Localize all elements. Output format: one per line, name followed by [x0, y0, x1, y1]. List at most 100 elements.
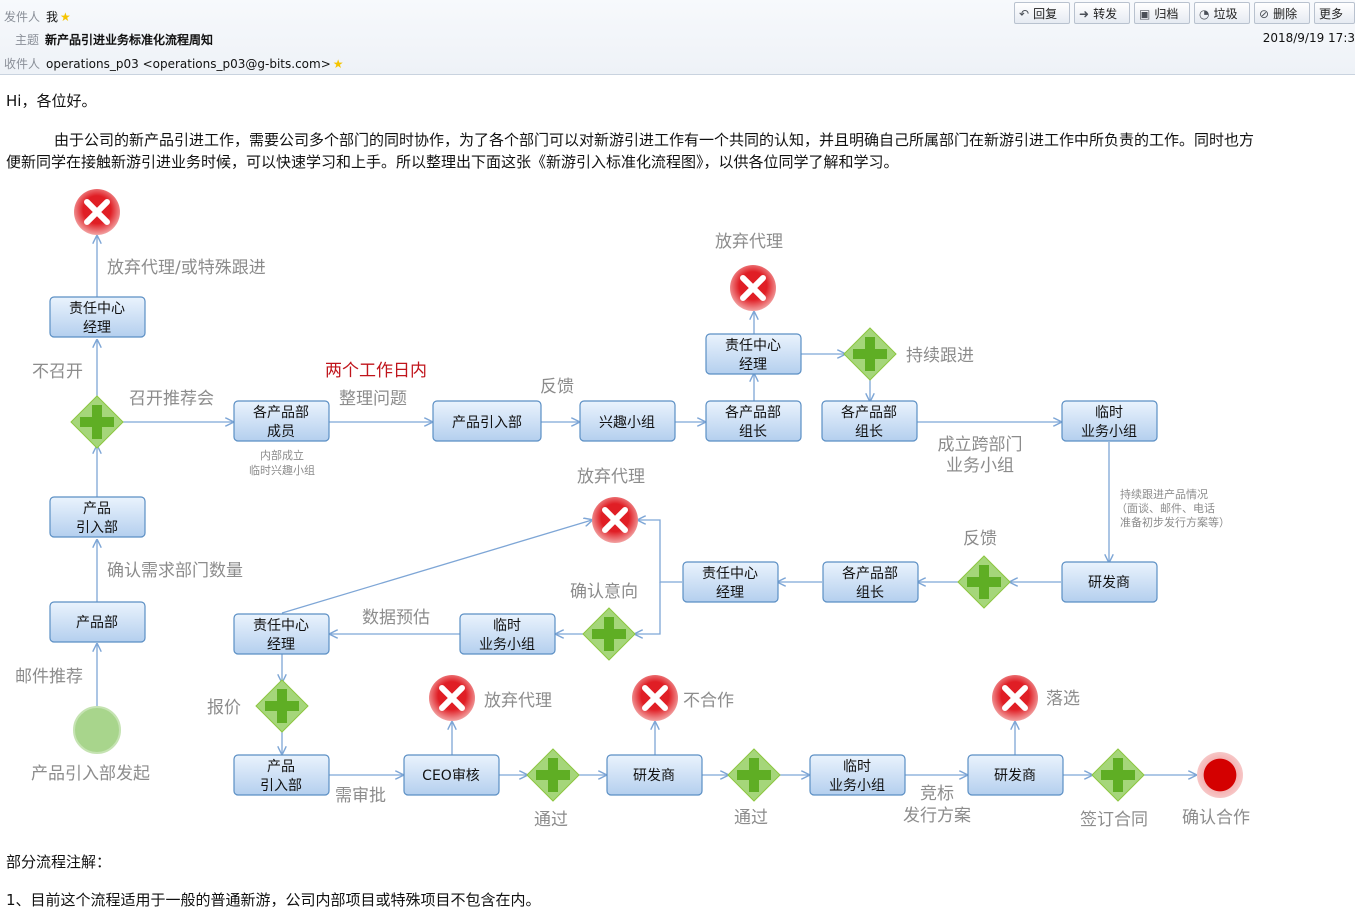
label: 放弃代理: [715, 232, 783, 252]
svg-text:研发商: 研发商: [994, 768, 1036, 784]
start-event-circle: [73, 706, 121, 754]
svg-text:组长: 组长: [739, 424, 767, 440]
box-b8: 责任中心经理: [705, 333, 802, 375]
box-b14: 临时业务小组: [459, 613, 556, 655]
flowchart-diagram: 责任中心经理 产品引入部 产品部 各产品部成员 产品引入部 兴趣小组 各产品部组…: [15, 189, 1250, 830]
label: （面谈、邮件、电话: [1116, 502, 1215, 515]
box-b11: 研发商: [1061, 561, 1158, 603]
box-b4: 各产品部成员: [233, 400, 330, 442]
label: 需审批: [335, 786, 386, 806]
box-text: 产品: [83, 501, 111, 517]
box-text: 临时: [493, 618, 521, 634]
green-plus-diamond-icon: [255, 679, 309, 733]
box-text: 引入部: [76, 520, 118, 536]
label: 内部成立: [260, 448, 304, 462]
label: 成立跨部门: [938, 435, 1023, 455]
svg-text:经理: 经理: [267, 637, 295, 653]
svg-text:研发商: 研发商: [1088, 575, 1130, 591]
box-text: 业务小组: [1081, 424, 1137, 440]
flow-arrow: [638, 520, 682, 583]
label: 不召开: [32, 362, 83, 382]
box-text: 经理: [739, 357, 767, 373]
box-b10: 临时业务小组: [1061, 400, 1158, 442]
svg-text:组长: 组长: [856, 585, 884, 601]
svg-text:业务小组: 业务小组: [479, 637, 535, 653]
red-x-circle-icon: [592, 497, 638, 543]
green-plus-diamond-icon: [526, 748, 580, 802]
svg-text:引入部: 引入部: [260, 778, 302, 794]
svg-text:责任中心: 责任中心: [253, 618, 309, 634]
label: 确认意向: [570, 582, 638, 602]
red-x-circle-icon: [632, 675, 678, 721]
red-x-circle-icon: [730, 265, 776, 311]
green-plus-diamond-icon: [1091, 748, 1145, 802]
green-plus-diamond-icon: [957, 555, 1011, 609]
box-text: 组长: [856, 585, 884, 601]
box-text: 产品: [267, 759, 295, 775]
box-text: 各产品部: [842, 566, 898, 582]
box-text: 兴趣小组: [599, 415, 655, 431]
label: 数据预估: [362, 608, 430, 628]
end-event-circle: [1197, 752, 1243, 798]
box-b13: 责任中心经理: [682, 561, 779, 603]
label: 持续跟进产品情况: [1120, 487, 1208, 501]
box-text: 研发商: [633, 768, 675, 784]
label: 反馈: [540, 377, 574, 397]
label: 报价: [207, 698, 241, 718]
box-b3: 产品部: [49, 601, 146, 643]
box-b9: 各产品部组长: [821, 400, 918, 442]
svg-text:经理: 经理: [83, 320, 111, 336]
box-text: 产品部: [76, 615, 118, 631]
box-b7: 各产品部组长: [705, 400, 802, 442]
label: 放弃代理: [577, 467, 645, 487]
box-text: 经理: [83, 320, 111, 336]
svg-text:产品: 产品: [267, 759, 295, 775]
label: 反馈: [963, 529, 997, 549]
svg-text:成员: 成员: [267, 424, 295, 440]
svg-text:各产品部: 各产品部: [842, 566, 898, 582]
svg-text:临时: 临时: [493, 618, 521, 634]
svg-text:兴趣小组: 兴趣小组: [599, 415, 655, 431]
box-text: 业务小组: [829, 778, 885, 794]
svg-text:业务小组: 业务小组: [829, 778, 885, 794]
label: 放弃代理/或特殊跟进: [107, 258, 266, 278]
label: 通过: [534, 810, 568, 830]
box-b19: 临时业务小组: [809, 754, 906, 796]
label: 确认需求部门数量: [107, 561, 243, 581]
svg-text:各产品部: 各产品部: [841, 405, 897, 421]
box-text: 研发商: [1088, 575, 1130, 591]
svg-text:临时: 临时: [843, 759, 871, 775]
svg-text:产品引入部: 产品引入部: [452, 415, 522, 431]
box-text: 各产品部: [841, 405, 897, 421]
label: 产品引入部发起: [31, 764, 150, 784]
label: 落选: [1046, 689, 1080, 709]
box-text: 责任中心: [69, 301, 125, 317]
label: 竞标: [920, 784, 954, 804]
box-text: 经理: [716, 585, 744, 601]
box-text: 成员: [267, 424, 295, 440]
label: 临时兴趣小组: [249, 463, 315, 477]
svg-text:责任中心: 责任中心: [69, 301, 125, 317]
svg-text:经理: 经理: [716, 585, 744, 601]
box-text: 临时: [1095, 405, 1123, 421]
box-text: CEO审核: [422, 768, 480, 784]
box-b17: CEO审核: [403, 754, 500, 796]
box-text: 各产品部: [253, 405, 309, 421]
box-b20: 研发商: [967, 754, 1064, 796]
box-text: 业务小组: [479, 637, 535, 653]
box-text: 责任中心: [702, 566, 758, 582]
svg-text:产品部: 产品部: [76, 615, 118, 631]
label: 签订合同: [1080, 810, 1148, 830]
box-text: 临时: [843, 759, 871, 775]
label: 两个工作日内: [325, 361, 427, 381]
red-x-circle-icon: [992, 675, 1038, 721]
box-b16: 产品引入部: [233, 754, 330, 796]
svg-text:研发商: 研发商: [633, 768, 675, 784]
box-b12: 各产品部组长: [822, 561, 919, 603]
green-plus-diamond-icon: [70, 395, 124, 449]
svg-text:经理: 经理: [739, 357, 767, 373]
svg-text:CEO审核: CEO审核: [422, 768, 480, 784]
box-text: 研发商: [994, 768, 1036, 784]
svg-text:责任中心: 责任中心: [702, 566, 758, 582]
box-b1: 责任中心经理: [49, 296, 146, 338]
